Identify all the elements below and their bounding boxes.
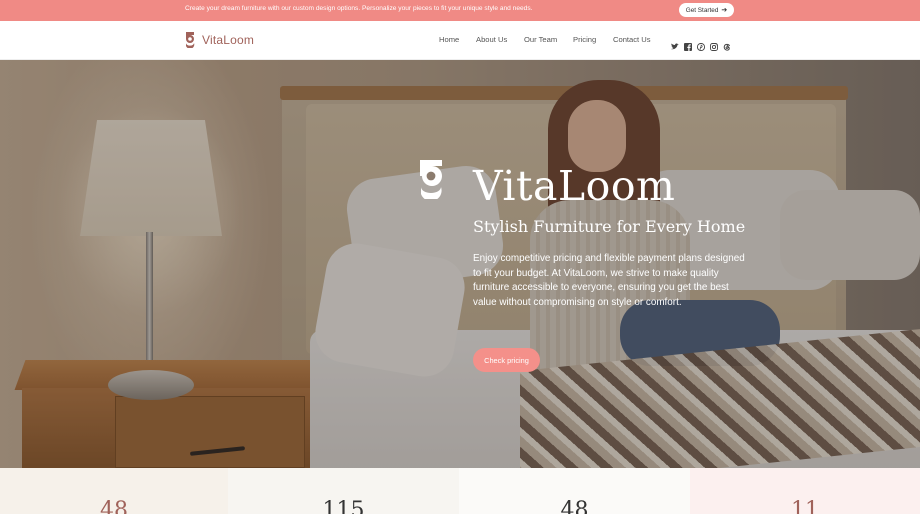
nav-home[interactable]: Home	[439, 35, 459, 44]
hero-section: VitaLoom Stylish Furniture for Every Hom…	[0, 60, 920, 468]
nav-about-us[interactable]: About Us	[476, 35, 507, 44]
stat-card: 115	[228, 468, 459, 514]
arrow-right-icon: ➔	[721, 7, 728, 14]
stat-value: 115	[322, 498, 365, 514]
instagram-icon[interactable]	[710, 36, 718, 51]
stat-card: 48	[459, 468, 690, 514]
hero-subtitle: Stylish Furniture for Every Home	[473, 217, 746, 236]
stat-value: 48	[560, 498, 589, 514]
nav-contact-us[interactable]: Contact Us	[613, 35, 651, 44]
stat-card: 48	[0, 468, 228, 514]
check-pricing-button[interactable]: Check pricing	[473, 348, 540, 372]
hero-title: VitaLoom	[473, 162, 676, 210]
get-started-label: Get Started	[685, 6, 719, 14]
social-links	[671, 36, 731, 52]
main-nav: Home About Us Our Team Pricing Contact U…	[0, 35, 920, 47]
navbar: VitaLoom Home About Us Our Team Pricing …	[0, 21, 920, 60]
threads-icon[interactable]	[723, 36, 731, 51]
nav-our-team[interactable]: Our Team	[524, 35, 557, 44]
twitter-icon[interactable]	[671, 36, 679, 50]
stats-strip: 48 115 48 11	[0, 468, 920, 514]
stat-value: 11	[791, 498, 819, 514]
announcement-bar: Create your dream furniture with our cus…	[0, 0, 920, 21]
stat-value: 48	[100, 498, 128, 514]
stat-card: 11	[690, 468, 920, 514]
hero-logo-icon	[420, 160, 442, 199]
nav-pricing[interactable]: Pricing	[573, 35, 596, 44]
get-started-button[interactable]: Get Started ➔	[679, 3, 734, 17]
announcement-text: Create your dream furniture with our cus…	[185, 5, 533, 12]
facebook-icon[interactable]	[684, 36, 692, 51]
hero-description: Enjoy competitive pricing and flexible p…	[473, 253, 745, 308]
pinterest-icon[interactable]	[696, 36, 706, 52]
